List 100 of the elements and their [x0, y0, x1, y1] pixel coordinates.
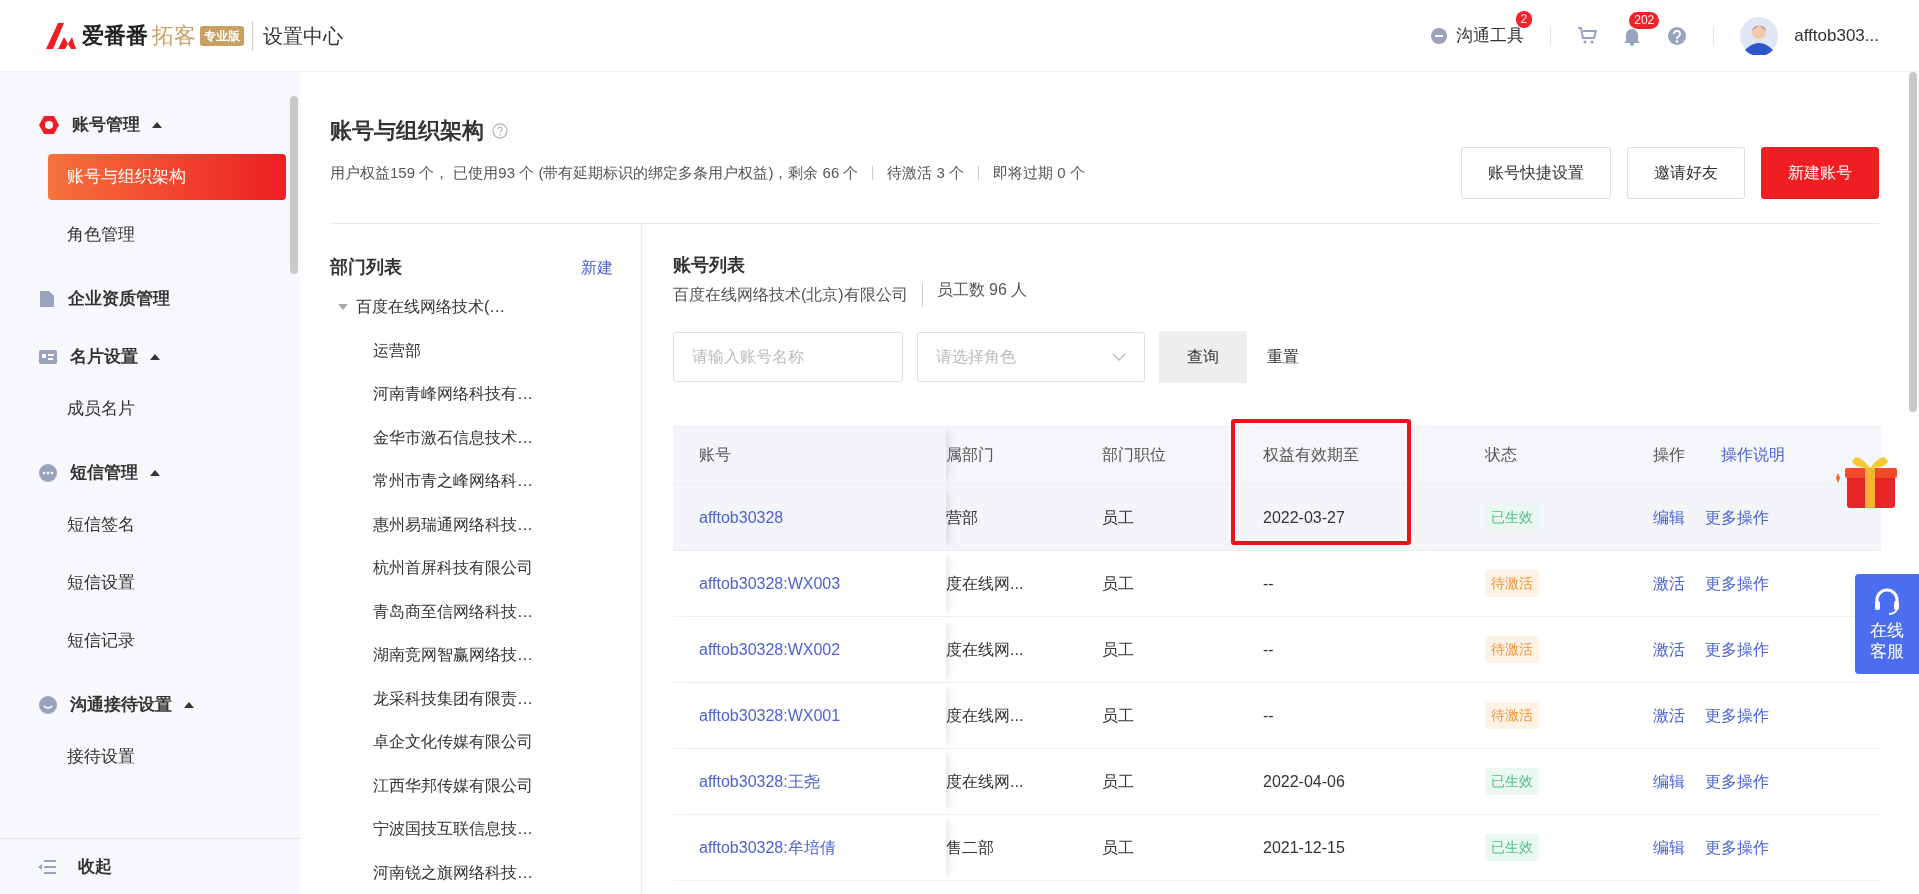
count-badge: 202	[1629, 11, 1660, 29]
account-link[interactable]: afftob30328	[699, 505, 784, 530]
quota-summary: 用户权益159 个， 已使用93 个 (带有延期标识的绑定多条用户权益)，剩余 66 个	[330, 162, 859, 183]
table-cell-text: --	[1263, 705, 1274, 726]
column-header: 部门职位	[1102, 444, 1166, 465]
expand-caret-icon[interactable]	[338, 303, 348, 310]
username[interactable]: afftob303...	[1794, 22, 1879, 49]
expiring-count: 即将过期 0 个	[978, 166, 1085, 180]
status-tag: 已生效	[1485, 504, 1539, 531]
tree-node[interactable]: 金华市激石信息技术…	[330, 415, 641, 459]
tree-node[interactable]: 百度在线网络技术(…	[356, 285, 506, 329]
action-link[interactable]: 编辑	[1653, 505, 1685, 530]
table-cell-text: 员工	[1102, 771, 1134, 792]
tree-node[interactable]: 河南锐之旗网络科技…	[330, 850, 641, 894]
action-link[interactable]: 激活	[1653, 703, 1685, 728]
menu-item[interactable]: 角色管理	[48, 212, 286, 258]
table-cell-text: 员工	[1102, 507, 1134, 528]
tree-node[interactable]: 运营部	[330, 328, 641, 372]
column-header: 状态	[1485, 444, 1517, 465]
action-link[interactable]: 激活	[1653, 571, 1685, 596]
cart-icon[interactable]	[1577, 26, 1598, 45]
menu-group[interactable]: 企业资质管理	[0, 270, 300, 328]
new-department-link[interactable]: 新建	[581, 255, 613, 280]
status-tag: 已生效	[1485, 768, 1539, 795]
caret-up-icon	[152, 122, 162, 128]
table-cell-text: --	[1263, 639, 1274, 660]
action-button[interactable]: 邀请好友	[1627, 147, 1745, 199]
chevron-down-icon	[1112, 353, 1126, 361]
headset-icon	[1872, 586, 1902, 616]
table-cell-text: 2021-12-15	[1263, 837, 1345, 858]
status-tag: 已生效	[1485, 834, 1539, 861]
smile-icon	[38, 695, 58, 715]
menu-item[interactable]: 短信签名	[48, 502, 286, 548]
avatar[interactable]	[1740, 16, 1779, 55]
more-actions-link[interactable]: 更多操作	[1705, 571, 1769, 596]
tree-node[interactable]: 惠州易瑞通网络科技…	[330, 502, 641, 546]
account-link[interactable]: afftob30328:WX002	[699, 637, 841, 662]
menu-item[interactable]: 接待设置	[48, 734, 286, 780]
page-title: 账号与组织架构	[330, 117, 484, 145]
collapse-icon	[38, 859, 56, 874]
tree-node[interactable]: 卓企文化传媒有限公司	[330, 720, 641, 764]
tree-node[interactable]: 宁波国技互联信息技…	[330, 807, 641, 851]
more-actions-link[interactable]: 更多操作	[1705, 703, 1769, 728]
panel-title: 部门列表	[330, 256, 402, 279]
table-cell-text: 2022-03-27	[1263, 507, 1345, 528]
table-cell-text: 员工	[1102, 837, 1134, 858]
panel-title: 账号列表	[673, 254, 746, 277]
menu-group[interactable]: 账号管理	[0, 96, 300, 154]
menu-item[interactable]: 短信设置	[48, 560, 286, 606]
bell-icon[interactable]	[1623, 26, 1642, 47]
column-header: 操作	[1653, 444, 1685, 465]
reset-button[interactable]: 重置	[1261, 344, 1305, 370]
menu-item[interactable]: 短信记录	[48, 618, 286, 664]
edition-tag: 专业版	[200, 25, 244, 46]
help-link[interactable]: 操作说明	[1721, 442, 1785, 467]
document-icon	[38, 289, 56, 309]
id-card-icon	[38, 348, 58, 366]
more-actions-link[interactable]: 更多操作	[1705, 769, 1769, 794]
caret-up-icon	[150, 470, 160, 476]
collapse-button[interactable]: 收起	[0, 838, 300, 894]
table-cell-text: 营部	[946, 507, 978, 528]
online-service-button[interactable]: 在线客服	[1855, 574, 1919, 674]
menu-group[interactable]: 沟通接待设置	[0, 676, 300, 734]
tree-node[interactable]: 河南青峰网络科技有…	[330, 372, 641, 416]
menu-group[interactable]: 短信管理	[0, 444, 300, 502]
column-header: 权益有效期至	[1263, 444, 1359, 465]
hexagon-icon	[38, 114, 60, 136]
more-actions-link[interactable]: 更多操作	[1705, 637, 1769, 662]
company-name: 百度在线网络技术(北京)有限公司	[673, 285, 908, 305]
tree-node[interactable]: 杭州首屏科技有限公司	[330, 546, 641, 590]
tree-node[interactable]: 常州市青之峰网络科…	[330, 459, 641, 503]
tree-node[interactable]: 龙采科技集团有限责…	[330, 676, 641, 720]
help-icon[interactable]	[1667, 25, 1688, 46]
query-button[interactable]: 查询	[1159, 331, 1247, 383]
menu-group[interactable]: 名片设置	[0, 328, 300, 386]
caret-up-icon	[184, 702, 194, 708]
help-icon[interactable]	[492, 122, 508, 139]
menu-item[interactable]: 成员名片	[48, 386, 286, 432]
more-actions-link[interactable]: 更多操作	[1705, 505, 1769, 530]
action-link[interactable]: 编辑	[1653, 769, 1685, 794]
action-link[interactable]: 激活	[1653, 637, 1685, 662]
account-link[interactable]: afftob30328:WX003	[699, 571, 841, 596]
tree-node[interactable]: 青岛商至信网络科技…	[330, 589, 641, 633]
account-link[interactable]: afftob30328:牟培倩	[699, 835, 836, 860]
action-button[interactable]: 新建账号	[1761, 147, 1879, 199]
account-link[interactable]: afftob30328:王尧	[699, 769, 820, 794]
table-cell-text: 售二部	[946, 837, 994, 858]
tree-node[interactable]: 江西华邦传媒有限公司	[330, 763, 641, 807]
brand-name: 爱番番	[82, 22, 148, 50]
tree-node[interactable]: 湖南竞网智赢网络技…	[330, 633, 641, 677]
section-title: 设置中心	[252, 20, 343, 51]
table-cell-text: 度在线网...	[946, 639, 1024, 660]
account-link[interactable]: afftob30328:WX001	[699, 703, 841, 728]
table-cell-text: --	[1263, 573, 1274, 594]
search-field[interactable]: 请输入账号名称	[673, 332, 903, 382]
employee-count: 员工数 96 人	[921, 283, 1028, 307]
more-actions-link[interactable]: 更多操作	[1705, 835, 1769, 860]
action-button[interactable]: 账号快捷设置	[1461, 147, 1611, 199]
table-cell-text: 度在线网...	[946, 705, 1024, 726]
action-link[interactable]: 编辑	[1653, 835, 1685, 860]
